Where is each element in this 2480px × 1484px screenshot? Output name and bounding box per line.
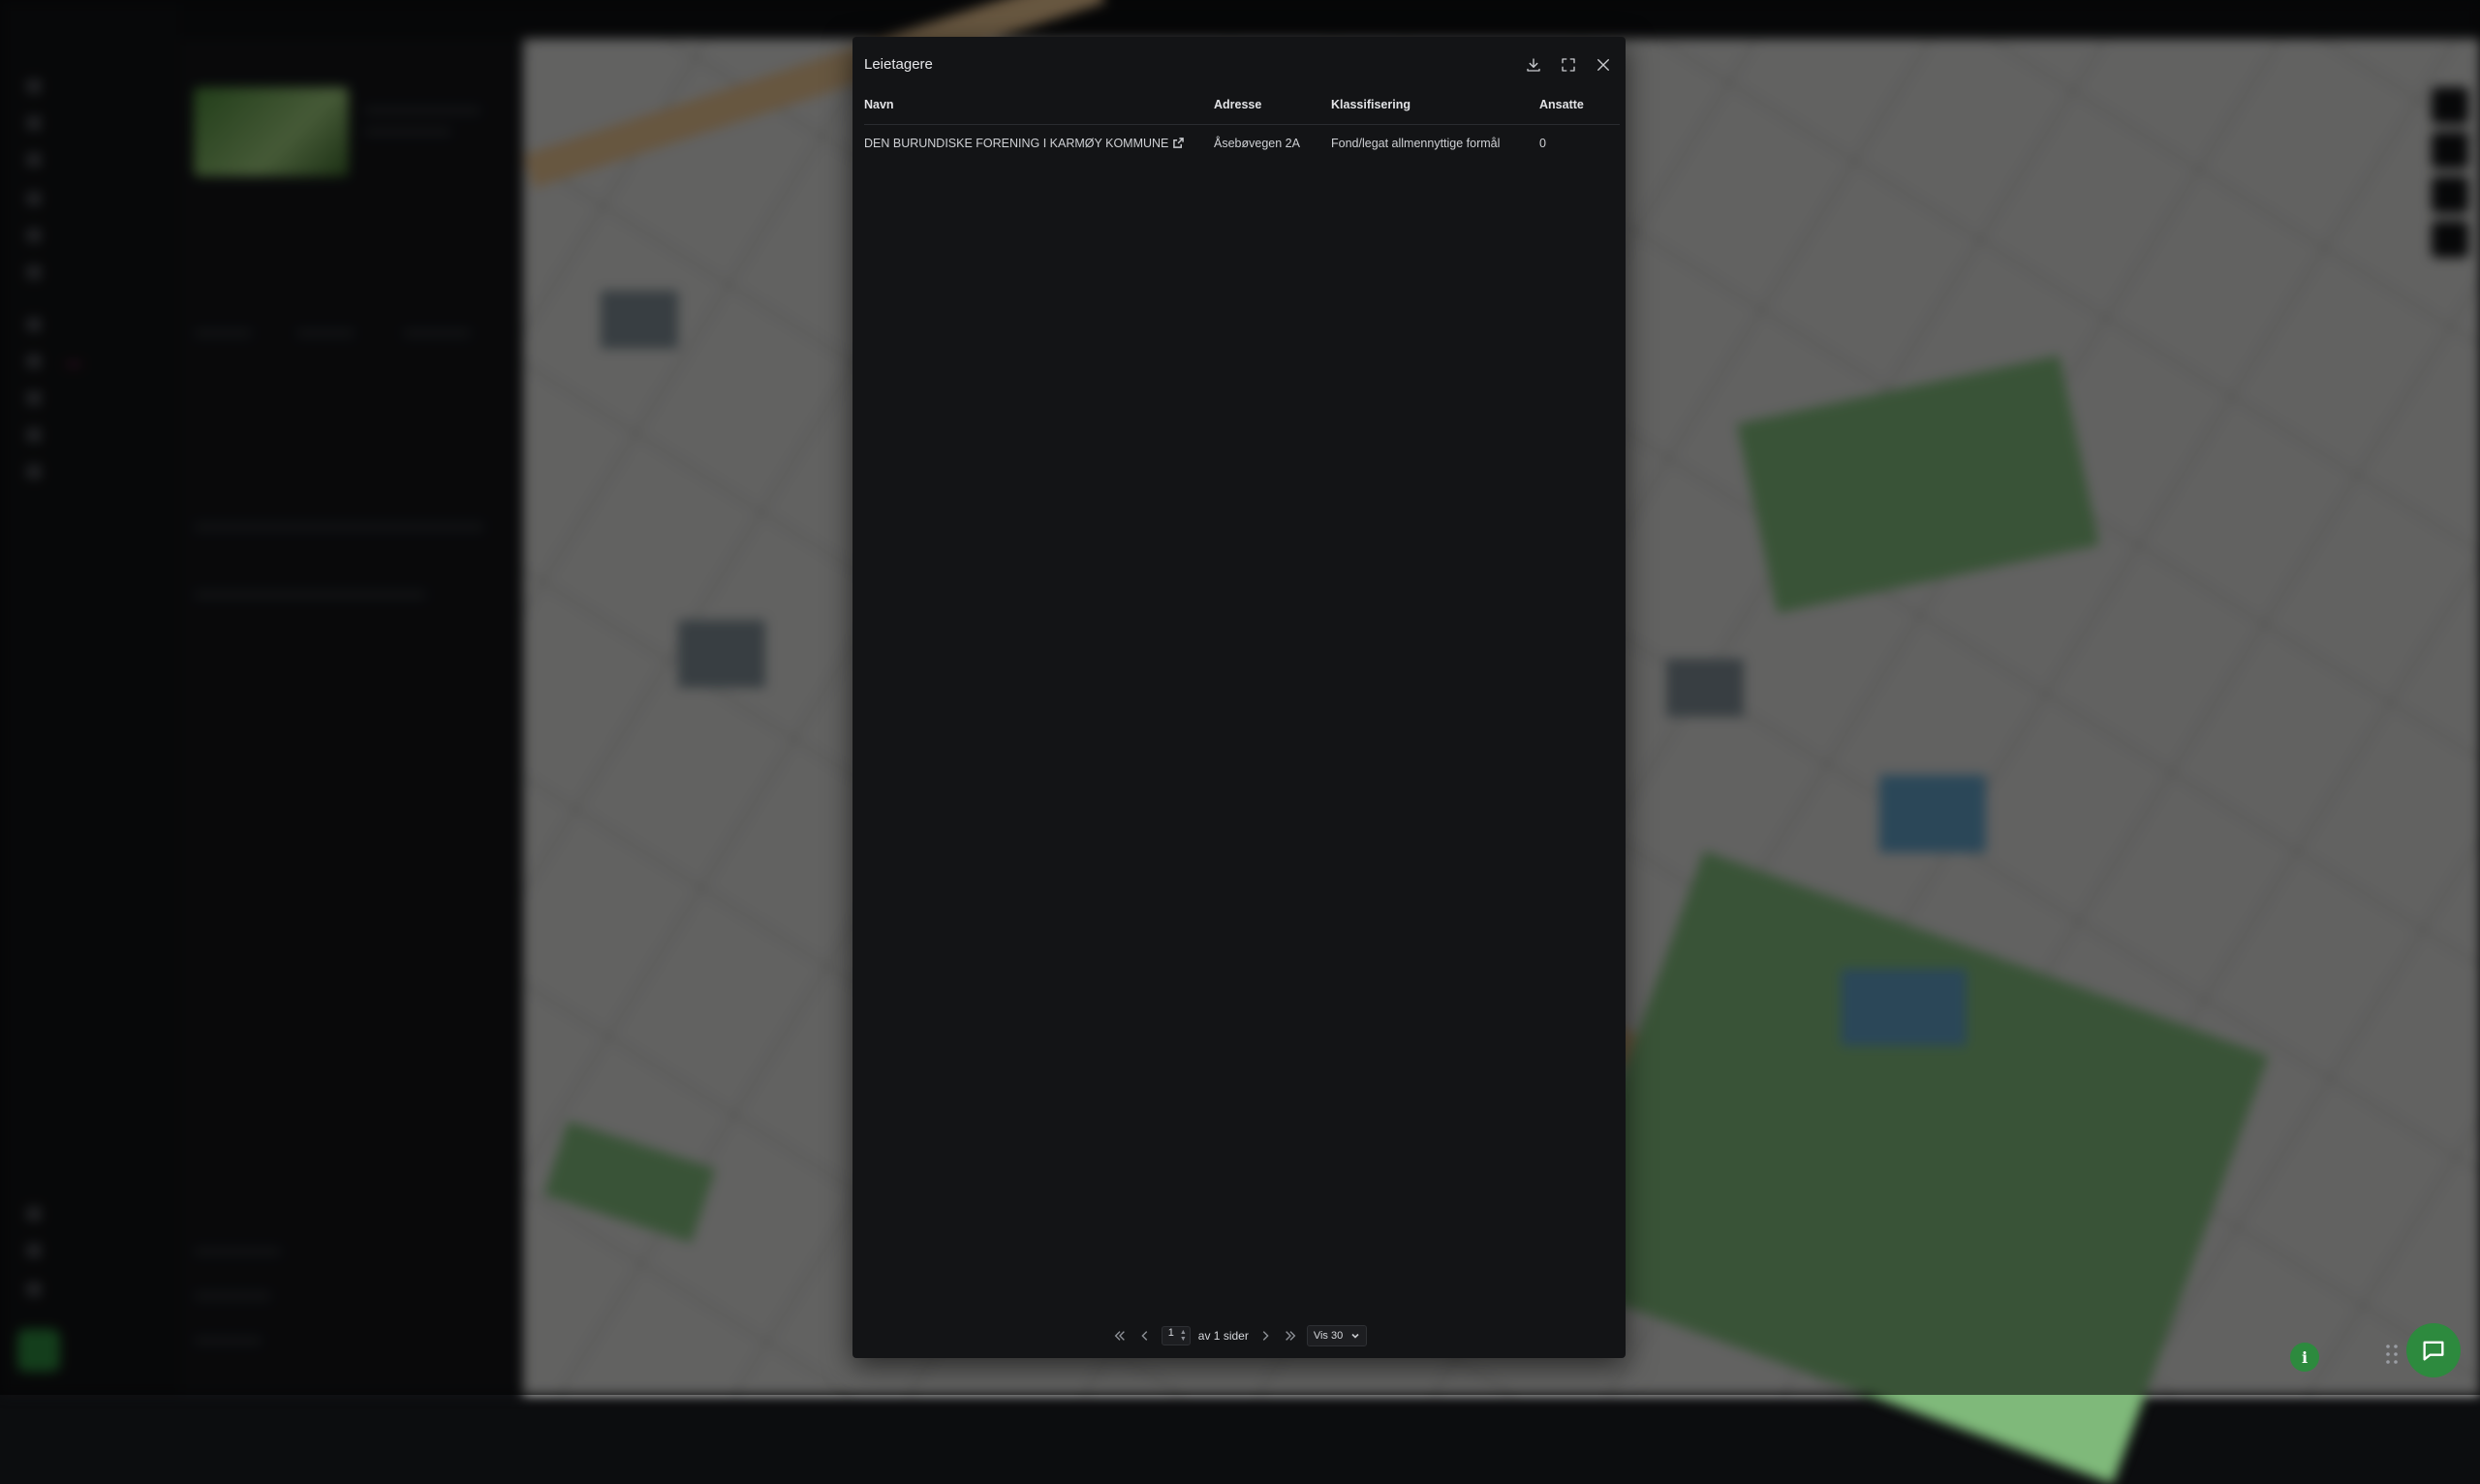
page-size-value: Vis 30 [1313, 1330, 1344, 1342]
fullscreen-button[interactable] [1554, 46, 1583, 83]
tenants-table: Navn Adresse Klassifisering Ansatte DEN … [864, 85, 1620, 162]
tenants-modal: Leietagere Navn Adresse Klassifisering A… [852, 37, 1626, 1358]
last-page-button[interactable] [1282, 1326, 1299, 1345]
close-icon [1597, 59, 1609, 71]
modal-title: Leietagere [864, 56, 933, 73]
previous-page-button[interactable] [1136, 1326, 1154, 1345]
column-header-navn[interactable]: Navn [864, 85, 1214, 125]
column-header-adresse[interactable]: Adresse [1214, 85, 1331, 125]
column-header-ansatte[interactable]: Ansatte [1539, 85, 1620, 125]
chevron-right-icon [1262, 1331, 1269, 1341]
chevron-down-icon [1351, 1333, 1359, 1339]
chevron-left-icon [1141, 1331, 1148, 1341]
chat-button[interactable] [2406, 1323, 2461, 1377]
external-link-icon[interactable] [1173, 137, 1185, 151]
modal-actions [1519, 46, 1618, 83]
cell-navn: DEN BURUNDISKE FORENING I KARMØY KOMMUNE [864, 125, 1214, 163]
page-count-label: av 1 sider [1197, 1329, 1249, 1343]
spinner-icon[interactable]: ▲ ▼ [1180, 1329, 1187, 1343]
table-row: DEN BURUNDISKE FORENING I KARMØY KOMMUNE… [864, 125, 1620, 163]
chevrons-left-icon [1114, 1331, 1125, 1341]
pagination: 1 ▲ ▼ av 1 sider Vis 30 [852, 1323, 1626, 1348]
info-icon: i [2301, 1347, 2309, 1367]
chat-icon [2423, 1341, 2444, 1361]
download-button[interactable] [1519, 46, 1548, 83]
page-number-value: 1 [1167, 1327, 1174, 1339]
cell-adresse: Åsebøvegen 2A [1214, 137, 1300, 150]
page-size-select[interactable]: Vis 30 [1306, 1325, 1368, 1346]
close-button[interactable] [1589, 46, 1618, 83]
drag-handle-icon[interactable] [2385, 1343, 2399, 1366]
cell-klassifisering: Fond/legat allmennyttige formål [1331, 137, 1501, 150]
chevrons-right-icon [1285, 1331, 1296, 1341]
cell-ansatte: 0 [1539, 137, 1546, 150]
download-icon [1527, 58, 1540, 72]
info-button[interactable]: i [2290, 1343, 2319, 1372]
tenant-name-link[interactable]: DEN BURUNDISKE FORENING I KARMØY KOMMUNE [864, 137, 1168, 150]
fullscreen-icon [1562, 58, 1575, 72]
first-page-button[interactable] [1111, 1326, 1129, 1345]
column-header-klassifisering[interactable]: Klassifisering [1331, 85, 1539, 125]
table-header-row: Navn Adresse Klassifisering Ansatte [864, 85, 1620, 125]
page-number-input[interactable]: 1 ▲ ▼ [1161, 1326, 1191, 1345]
next-page-button[interactable] [1256, 1326, 1274, 1345]
